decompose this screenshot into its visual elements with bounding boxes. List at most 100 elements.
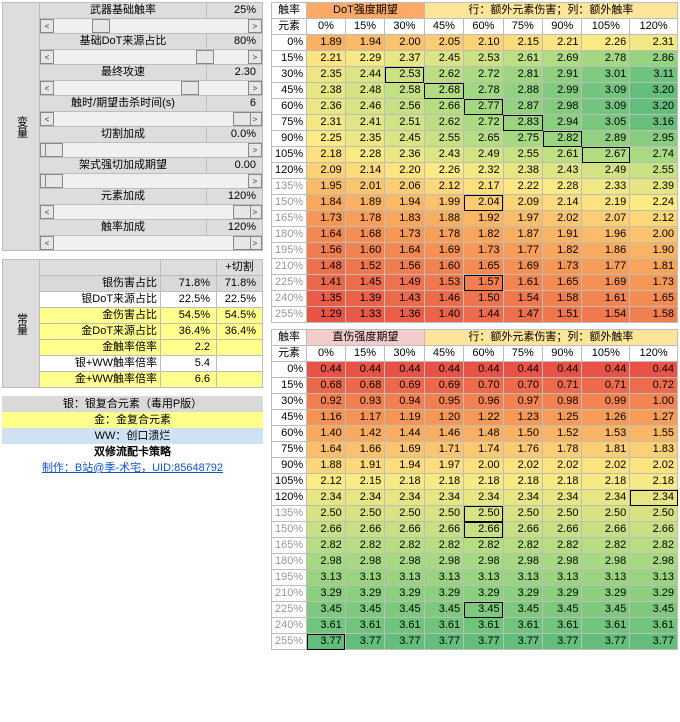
slider[interactable]: <>: [40, 50, 262, 64]
slider-dec[interactable]: <: [40, 112, 54, 126]
heat-col-label: 30%: [385, 19, 424, 35]
heat-cell: 3.45: [424, 602, 463, 618]
heat-row-label: 75%: [272, 115, 307, 131]
const-value-a: 5.4: [161, 356, 217, 372]
heat-cell: 2.28: [345, 147, 384, 163]
legend-block: 银：银复合元素（毒用P版） 金：金复合元素 WW：创口溃烂 双修流配卡策略 制作…: [2, 396, 263, 476]
heat-cell: 1.33: [345, 307, 384, 323]
slider-dec[interactable]: <: [40, 81, 54, 95]
slider-dec[interactable]: <: [40, 205, 54, 219]
heat-row-label: 90%: [272, 458, 307, 474]
heat-row-label: 180%: [272, 554, 307, 570]
slider-inc[interactable]: >: [248, 143, 262, 157]
slider[interactable]: <>: [40, 205, 262, 219]
heat-cell: 1.46: [424, 291, 463, 307]
slider-inc[interactable]: >: [248, 174, 262, 188]
legend-byline[interactable]: 制作：B站@季-术宅，UID:85648792: [2, 460, 263, 476]
heat-row-label: 45%: [272, 83, 307, 99]
slider[interactable]: <>: [40, 19, 262, 33]
heat-cell: 3.45: [582, 602, 630, 618]
heat-cell: 3.77: [630, 634, 678, 650]
var-value: 6: [207, 96, 263, 112]
heat-cell: 2.45: [385, 131, 424, 147]
heat-cell: 2.34: [345, 490, 384, 506]
slider[interactable]: <>: [40, 236, 262, 250]
heat-cell: 0.99: [582, 394, 630, 410]
heat-cell: 3.45: [385, 602, 424, 618]
heat-row-label: 240%: [272, 618, 307, 634]
heat-cell: 1.44: [385, 426, 424, 442]
heat-cell: 3.13: [582, 570, 630, 586]
slider-inc[interactable]: >: [248, 50, 262, 64]
heat-cell: 3.61: [503, 618, 542, 634]
heat-cell: 2.68: [424, 83, 463, 99]
heat-cell: 0.44: [582, 362, 630, 378]
heat-cell: 2.38: [307, 83, 346, 99]
heat-cell: 3.13: [543, 570, 582, 586]
heat-cell: 3.61: [385, 618, 424, 634]
const-extra-header: +切割: [217, 260, 263, 276]
heat-cell: 3.29: [385, 586, 424, 602]
slider-dec[interactable]: <: [40, 236, 54, 250]
heat-cell: 2.35: [345, 131, 384, 147]
heat-cell: 1.81: [582, 442, 630, 458]
slider[interactable]: <>: [40, 112, 262, 126]
heat-cell: 1.41: [307, 275, 346, 291]
heat-row-label: 105%: [272, 147, 307, 163]
heat-row-label: 195%: [272, 570, 307, 586]
heat-row-label: 225%: [272, 602, 307, 618]
heat-cell: 2.44: [345, 67, 384, 83]
heat-row-label: 30%: [272, 67, 307, 83]
heat-cell: 0.44: [464, 362, 503, 378]
heat-col-label: 75%: [503, 19, 542, 35]
slider-dec[interactable]: <: [40, 50, 54, 64]
heat-cell: 1.81: [630, 259, 678, 275]
heat-cell: 2.02: [582, 458, 630, 474]
heat-cell: 3.13: [630, 570, 678, 586]
heat-row-label: 225%: [272, 275, 307, 291]
heat-cell: 1.97: [503, 211, 542, 227]
heat-cell: 2.82: [345, 538, 384, 554]
heat-cell: 2.34: [464, 490, 503, 506]
slider[interactable]: <>: [40, 81, 262, 95]
heat-cell: 3.09: [582, 83, 630, 99]
heat-cell: 2.98: [464, 554, 503, 570]
heat-cell: 2.34: [424, 490, 463, 506]
heat-cell: 2.72: [464, 67, 503, 83]
heat-cell: 1.40: [424, 307, 463, 323]
heat-cell: 2.66: [424, 522, 463, 538]
heat-cell: 1.78: [424, 227, 463, 243]
heat-cell: 2.53: [385, 67, 424, 83]
slider[interactable]: <>: [40, 143, 262, 157]
heat-cell: 2.78: [464, 83, 503, 99]
heat-col-label: 15%: [345, 19, 384, 35]
heat-cell: 2.12: [630, 211, 678, 227]
heat-col-label: 120%: [630, 19, 678, 35]
const-value-a: 54.5%: [161, 308, 217, 324]
slider-inc[interactable]: >: [248, 19, 262, 33]
heat-cell: 1.19: [385, 410, 424, 426]
heat-cell: 2.00: [630, 227, 678, 243]
heat-note: 行：额外元素伤害；列：额外触率: [424, 330, 677, 346]
heat-cell: 1.43: [385, 291, 424, 307]
slider[interactable]: <>: [40, 174, 262, 188]
heat-elem-header: 元素: [272, 19, 307, 35]
heat-cell: 1.97: [424, 458, 463, 474]
heat-cell: 2.33: [582, 179, 630, 195]
heat-cell: 2.98: [503, 554, 542, 570]
heat-cell: 1.29: [307, 307, 346, 323]
heat-cell: 2.09: [307, 163, 346, 179]
heat-row-label: 60%: [272, 99, 307, 115]
heat-row-label: 75%: [272, 442, 307, 458]
slider-inc[interactable]: >: [248, 81, 262, 95]
heat-cell: 3.77: [307, 634, 346, 650]
heat-row-label: 255%: [272, 307, 307, 323]
heat-cell: 1.94: [345, 35, 384, 51]
slider-dec[interactable]: <: [40, 19, 54, 33]
heat-cell: 0.96: [464, 394, 503, 410]
legend-title: 双修流配卡策略: [2, 444, 263, 460]
legend-ww: WW：创口溃烂: [2, 428, 263, 444]
heat-cell: 3.77: [345, 634, 384, 650]
heat-cell: 0.44: [424, 362, 463, 378]
heat-cell: 2.49: [464, 147, 503, 163]
